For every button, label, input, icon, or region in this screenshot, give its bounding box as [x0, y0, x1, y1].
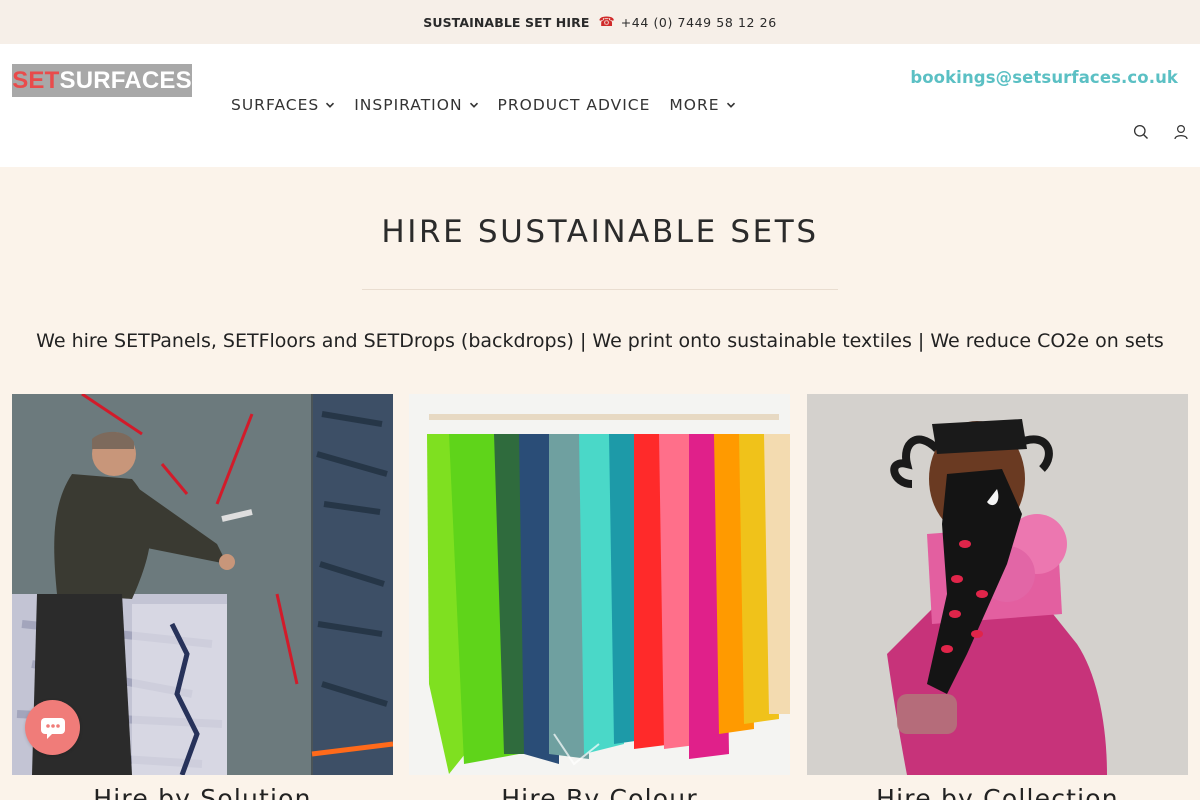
main-nav: SURFACES INSPIRATION PRODUCT ADVICE MORE: [231, 96, 755, 114]
site-logo[interactable]: SET SURFACES: [12, 64, 192, 97]
nav-item-product-advice[interactable]: PRODUCT ADVICE: [498, 96, 651, 114]
nav-item-label: PRODUCT ADVICE: [497, 96, 651, 114]
logo-part-set: SET: [12, 66, 60, 94]
title-divider: [362, 289, 838, 290]
nav-item-inspiration[interactable]: INSPIRATION: [354, 96, 478, 114]
card-image-collection: [807, 394, 1188, 775]
phone-icon: ☎: [598, 14, 615, 30]
main-content: HIRE SUSTAINABLE SETS We hire SETPanels,…: [0, 167, 1200, 800]
card-label: Hire by Solution: [93, 784, 312, 800]
card-hire-by-collection[interactable]: Hire by Collection: [807, 394, 1188, 800]
site-header: SET SURFACES SURFACES INSPIRATION PRODUCT…: [0, 44, 1200, 167]
chevron-down-icon: [726, 102, 735, 108]
chat-launcher-button[interactable]: [25, 700, 80, 755]
logo-part-surfaces: SURFACES: [59, 66, 192, 94]
account-icon[interactable]: [1172, 123, 1190, 141]
promo-text: SUSTAINABLE SET HIRE: [423, 14, 590, 30]
nav-item-label: MORE: [669, 96, 720, 114]
card-hire-by-colour[interactable]: Hire By Colour: [409, 394, 790, 800]
card-label: Hire by Collection: [876, 784, 1119, 800]
header-icons: [1110, 123, 1190, 141]
phone-number[interactable]: +44 (0) 7449 58 12 26: [621, 15, 777, 30]
page-title: HIRE SUSTAINABLE SETS: [381, 214, 819, 250]
card-image-colour: [409, 394, 790, 775]
card-label: Hire By Colour: [501, 784, 698, 800]
chevron-down-icon: [469, 102, 478, 108]
chat-icon: [40, 717, 65, 739]
search-icon[interactable]: [1132, 123, 1150, 141]
page-subtitle: We hire SETPanels, SETFloors and SETDrop…: [36, 330, 1164, 352]
booking-email-link[interactable]: bookings@setsurfaces.co.uk: [910, 68, 1178, 87]
nav-item-label: SURFACES: [231, 96, 320, 114]
nav-item-label: INSPIRATION: [354, 96, 463, 114]
nav-item-more[interactable]: MORE: [669, 96, 735, 114]
announcement-bar: SUSTAINABLE SET HIRE ☎ +44 (0) 7449 58 1…: [0, 0, 1200, 44]
nav-item-surfaces[interactable]: SURFACES: [231, 96, 335, 114]
chevron-down-icon: [326, 102, 335, 108]
category-cards: Hire by Solution Hire By Colour Hire by …: [12, 394, 1188, 800]
